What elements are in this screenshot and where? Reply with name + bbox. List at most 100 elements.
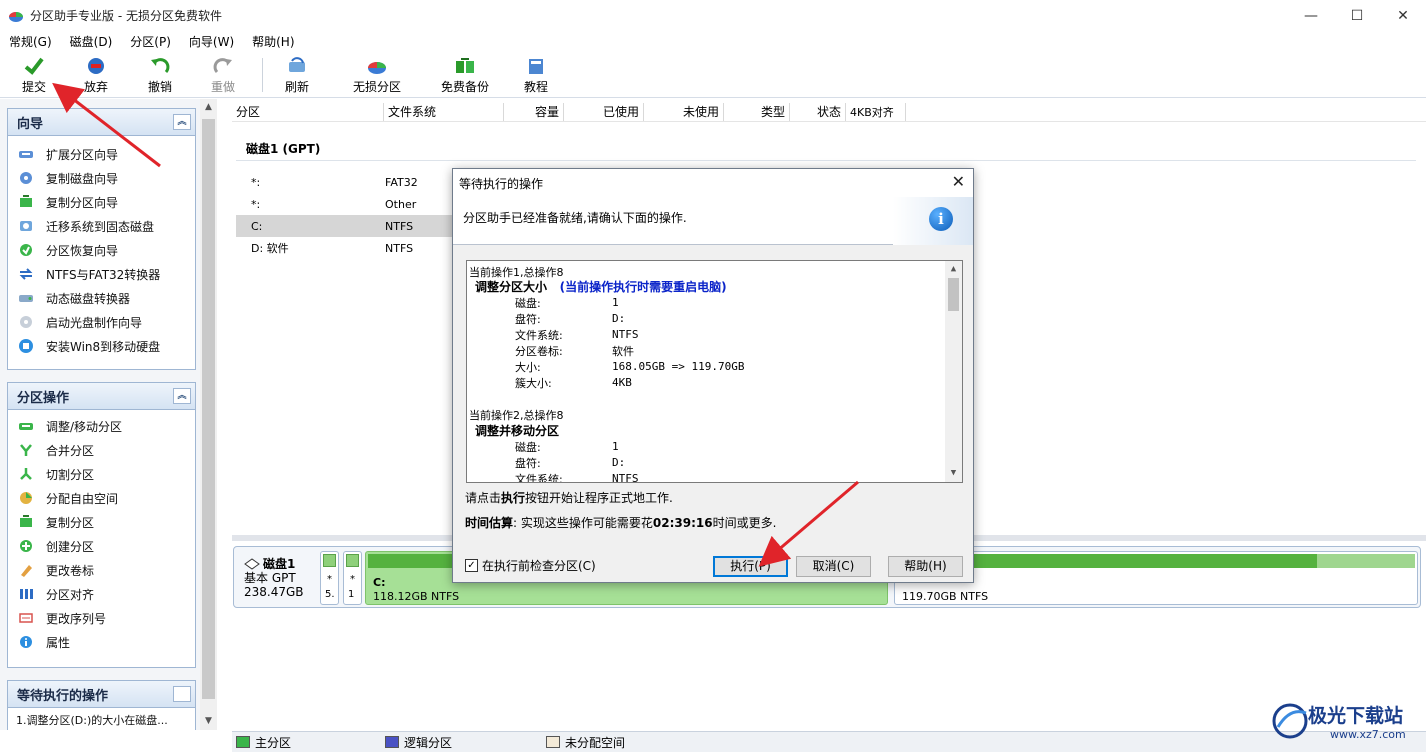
op-align-partition[interactable]: 分区对齐	[8, 582, 195, 606]
undo-button[interactable]: 撤销	[148, 56, 172, 95]
wizard-ntfs-fat32[interactable]: NTFS与FAT32转换器	[8, 262, 195, 286]
serial-icon	[19, 613, 33, 623]
wizard-win8-usb[interactable]: 安装Win8到移动硬盘	[8, 334, 195, 358]
discard-icon	[88, 58, 104, 74]
op-copy-partition[interactable]: 复制分区	[8, 510, 195, 534]
dialog-title: 等待执行的操作	[459, 176, 544, 191]
legend-unallocated: 未分配空间	[546, 734, 625, 751]
execute-button[interactable]: 执行(P)	[713, 556, 788, 577]
disk-map-label[interactable]: 磁盘1 基本 GPT 238.47GB	[244, 557, 304, 599]
col-type[interactable]: 类型	[724, 103, 790, 121]
op-split[interactable]: 切割分区	[8, 462, 195, 486]
dialog-header: 分区助手已经准备就绪,请确认下面的操作. i	[453, 197, 973, 245]
pie-partition-icon	[368, 62, 386, 74]
dialog-title-bar: 等待执行的操作 ✕	[453, 169, 973, 197]
tutorial-button[interactable]: 教程	[524, 56, 548, 95]
scroll-down-arrow[interactable]: ▼	[200, 713, 217, 730]
refresh-button[interactable]: 刷新	[285, 56, 309, 95]
col-status[interactable]: 状态	[790, 103, 846, 121]
dialog-message: 分区助手已经准备就绪,请确认下面的操作.	[463, 211, 687, 225]
discard-button[interactable]: 放弃	[84, 56, 108, 95]
table-row[interactable]: *: FAT32	[236, 171, 452, 193]
scroll-thumb[interactable]	[202, 119, 215, 699]
col-filesystem[interactable]: 文件系统	[384, 103, 504, 121]
dialog-close-icon[interactable]: ✕	[952, 172, 965, 191]
table-row-selected[interactable]: C: NTFS	[236, 215, 452, 237]
col-unused[interactable]: 未使用	[644, 103, 724, 121]
col-4kb-align[interactable]: 4KB对齐	[846, 103, 906, 121]
wizard-dynamic-disk[interactable]: 动态磁盘转换器	[8, 286, 195, 310]
log-scroll-thumb[interactable]	[948, 278, 959, 311]
menu-general[interactable]: 常规(G)	[0, 33, 61, 50]
table-row[interactable]: D: 软件 NTFS	[236, 237, 452, 259]
log-scroll-up[interactable]: ▲	[945, 261, 962, 278]
op-merge[interactable]: 合并分区	[8, 438, 195, 462]
partition-block-small[interactable]: * 5.	[320, 551, 339, 605]
op-change-label[interactable]: 更改卷标	[8, 558, 195, 582]
collapse-pending-button[interactable]	[173, 686, 191, 702]
toolbar: 提交 放弃 撤销 重做 刷新 无损分区 免费备份 教程	[0, 52, 1426, 98]
op-allocate-free-space[interactable]: 分配自由空间	[8, 486, 195, 510]
maximize-button[interactable]: ☐	[1334, 0, 1380, 31]
scroll-up-arrow[interactable]: ▲	[200, 99, 217, 116]
merge-icon	[20, 444, 32, 456]
op-change-serial[interactable]: 更改序列号	[8, 606, 195, 630]
col-used[interactable]: 已使用	[564, 103, 644, 121]
properties-icon	[20, 636, 32, 648]
copy-partition-icon	[20, 195, 32, 207]
check-before-execute[interactable]: ✓ 在执行前检查分区(C)	[465, 557, 596, 574]
free-backup-button[interactable]: 免费备份	[441, 56, 489, 95]
dynamic-disk-icon	[19, 295, 33, 302]
wizard-copy-partition[interactable]: 复制分区向导	[8, 190, 195, 214]
disk-title: 磁盘1 (GPT)	[246, 142, 321, 156]
wizard-boot-cd[interactable]: 启动光盘制作向导	[8, 310, 195, 334]
wizard-extend-partition[interactable]: 扩展分区向导	[8, 142, 195, 166]
title-bar: 分区助手专业版 - 无损分区免费软件 — ☐ ✕	[0, 0, 1426, 31]
collapse-wizard-button[interactable]: ︽	[173, 114, 191, 130]
backup-icon	[456, 58, 474, 73]
op-create-partition[interactable]: 创建分区	[8, 534, 195, 558]
log-scrollbar[interactable]: ▲ ▼	[945, 261, 962, 482]
wizard-copy-disk[interactable]: 复制磁盘向导	[8, 166, 195, 190]
partition-block-small[interactable]: * 1	[343, 551, 362, 605]
label-icon	[21, 565, 32, 577]
create-icon	[20, 540, 32, 552]
collapse-partition-ops-button[interactable]: ︽	[173, 388, 191, 404]
menu-help[interactable]: 帮助(H)	[243, 33, 303, 50]
redo-button[interactable]: 重做	[211, 56, 235, 95]
cancel-button[interactable]: 取消(C)	[796, 556, 871, 577]
menu-wizard[interactable]: 向导(W)	[180, 33, 243, 50]
app-logo-icon	[9, 11, 23, 22]
operations-log[interactable]: 当前操作1,总操作8 调整分区大小 (当前操作执行时需要重启电脑) 磁盘: 1 …	[466, 260, 963, 483]
menu-disk[interactable]: 磁盘(D)	[61, 33, 122, 50]
time-estimate: 时间估算: 实现这些操作可能需要花02:39:16时间或更多.	[465, 516, 777, 530]
copy-icon	[20, 515, 32, 527]
wizard-group: 向导 ︽ 扩展分区向导 复制磁盘向导 复制分区向导 迁移系统到固态磁盘 分区恢复…	[7, 108, 196, 370]
execute-hint: 请点击执行按钮开始让程序正式地工作.	[465, 491, 673, 505]
minimize-button[interactable]: —	[1288, 0, 1334, 31]
op-properties[interactable]: 属性	[8, 630, 195, 654]
checkbox-checked-icon[interactable]: ✓	[465, 559, 478, 572]
copy-disk-icon	[20, 172, 32, 184]
partition-ops-group: 分区操作 ︽ 调整/移动分区 合并分区 切割分区 分配自由空间 复制分区 创建分…	[7, 382, 196, 668]
table-row[interactable]: *: Other	[236, 193, 452, 215]
col-capacity[interactable]: 容量	[504, 103, 564, 121]
wizard-recover-partition[interactable]: 分区恢复向导	[8, 238, 195, 262]
align-icon	[20, 589, 33, 599]
left-panel-scrollbar[interactable]: ▲ ▼	[200, 99, 217, 730]
help-button[interactable]: 帮助(H)	[888, 556, 963, 577]
disk-divider	[236, 160, 1416, 161]
menu-bar: 常规(G) 磁盘(D) 分区(P) 向导(W) 帮助(H)	[0, 31, 1426, 52]
wizard-migrate-ssd[interactable]: 迁移系统到固态磁盘	[8, 214, 195, 238]
op-resize-move[interactable]: 调整/移动分区	[8, 414, 195, 438]
menu-partition[interactable]: 分区(P)	[121, 33, 180, 50]
close-button[interactable]: ✕	[1380, 0, 1426, 31]
col-partition[interactable]: 分区	[232, 103, 384, 121]
pending-op-item[interactable]: 1.调整分区(D:)的大小在磁盘...	[8, 708, 195, 732]
submit-button[interactable]: 提交	[22, 56, 46, 95]
lossless-partition-button[interactable]: 无损分区	[353, 56, 401, 95]
window-title: 分区助手专业版 - 无损分区免费软件	[30, 9, 222, 23]
recover-icon	[20, 244, 32, 256]
migrate-icon	[20, 221, 32, 231]
log-scroll-down[interactable]: ▼	[945, 465, 962, 482]
